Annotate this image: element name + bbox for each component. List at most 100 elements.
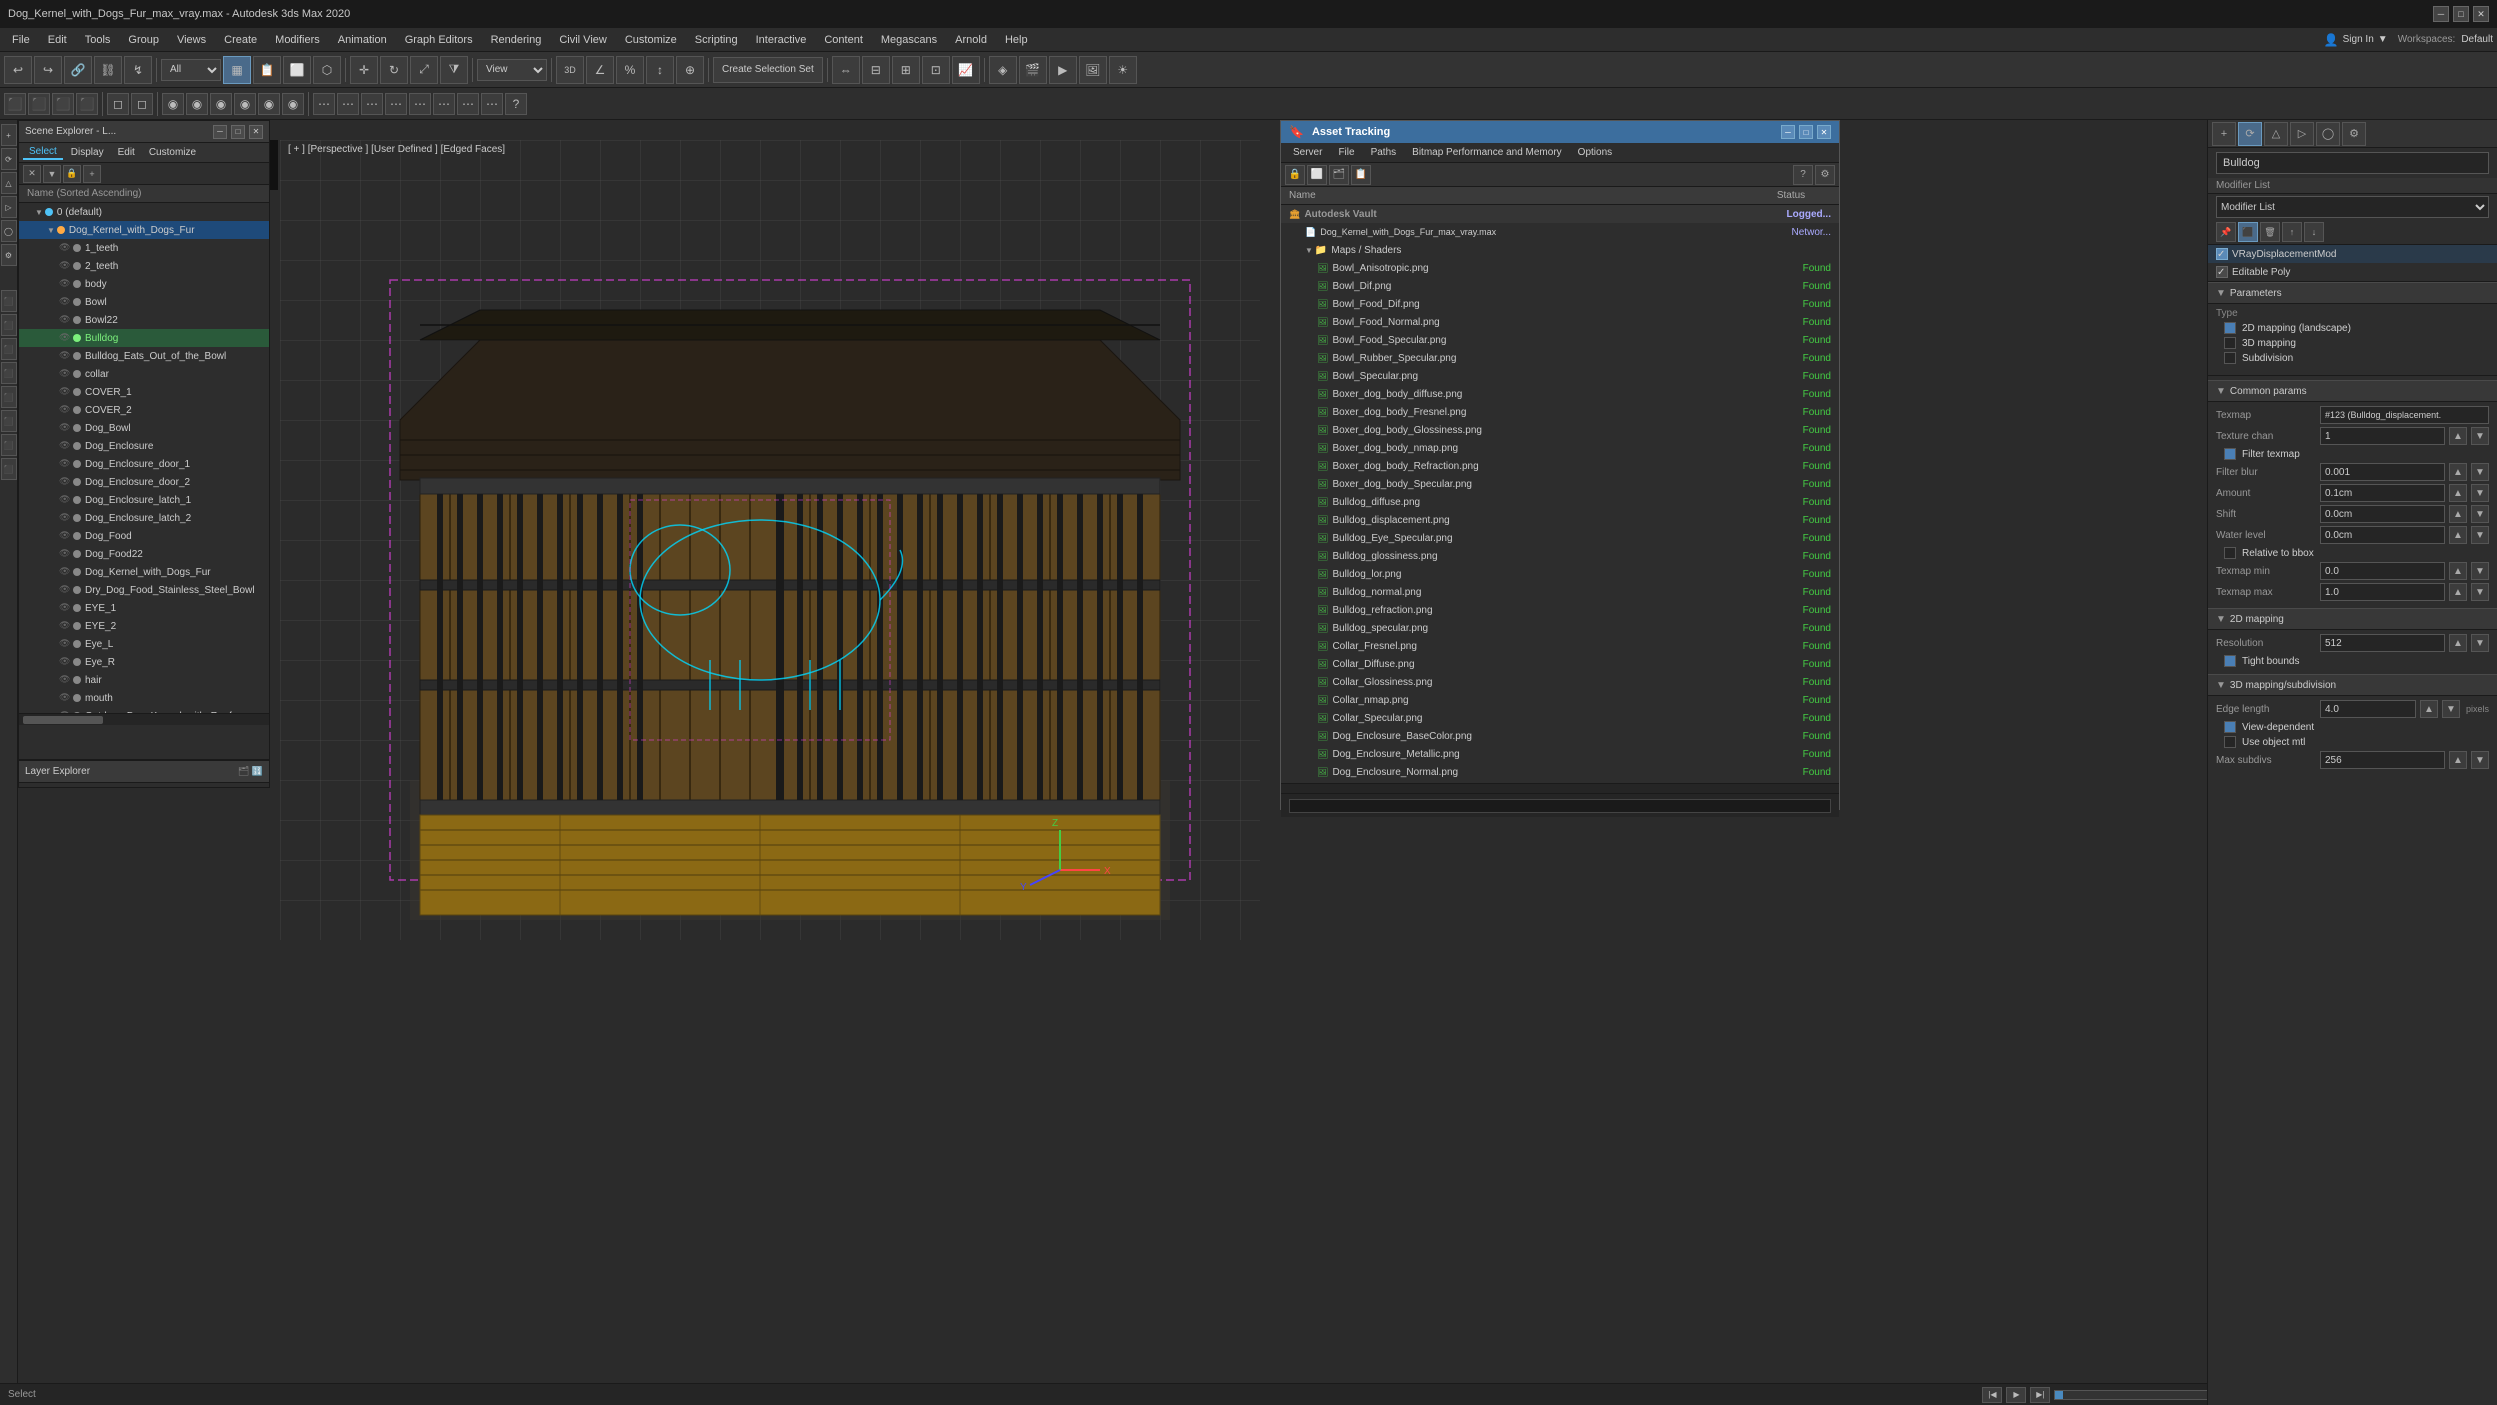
list-item[interactable]: 👁 COVER_2 [19,401,269,419]
menu-civil-view[interactable]: Civil View [551,32,614,48]
2d-mapping-header[interactable]: ▼ 2D mapping [2208,608,2497,630]
list-item[interactable]: 👁 EYE_1 [19,599,269,617]
list-item[interactable]: ▼ 0 (default) [19,203,269,221]
viewport[interactable]: [ + ] [Perspective ] [User Defined ] [Ed… [280,140,1260,940]
list-item[interactable]: 👁 hair [19,671,269,689]
type-2d-radio[interactable] [2224,322,2236,334]
texture-chan-up[interactable]: ▲ [2449,427,2467,445]
list-item[interactable]: 🖼 Bulldog_diffuse.png Found [1281,493,1839,511]
left-btn-10[interactable]: ⬛ [1,362,17,384]
list-item[interactable]: 👁 Bowl22 [19,311,269,329]
hierarchy-panel-button[interactable]: △ [1,172,17,194]
list-item[interactable]: 🖼 Bulldog_Eye_Specular.png Found [1281,529,1839,547]
undo-button[interactable]: ↩ [4,56,32,84]
motion-panel-btn[interactable]: ▷ [2290,122,2314,146]
list-item[interactable]: 👁 1_teeth [19,239,269,257]
list-item[interactable]: 🖼 Boxer_dog_body_diffuse.png Found [1281,385,1839,403]
menu-tools[interactable]: Tools [77,32,119,48]
shift-value[interactable]: 0.0cm [2320,505,2445,523]
list-item[interactable]: 👁 Dog_Kernel_with_Dogs_Fur [19,563,269,581]
path-input[interactable] [1289,799,1831,813]
list-item[interactable]: ▼ Dog_Kernel_with_Dogs_Fur [19,221,269,239]
at-tb-help[interactable]: ? [1793,165,1813,185]
list-item[interactable]: 👁 Dog_Enclosure_latch_1 [19,491,269,509]
filter-blur-value[interactable]: 0.001 [2320,463,2445,481]
list-item[interactable]: 👁 Eye_R [19,653,269,671]
bind-spacewarp-button[interactable]: ↯ [124,56,152,84]
scale-button[interactable]: ⤢ [410,56,438,84]
list-item[interactable]: 🖼 Bulldog_normal.png Found [1281,583,1839,601]
object-name-input[interactable] [2216,152,2489,174]
water-level-value[interactable]: 0.0cm [2320,526,2445,544]
sub-btn-1[interactable]: ⬛ [4,93,26,115]
max-subdivs-up[interactable]: ▲ [2449,751,2467,769]
modify-panel-button[interactable]: ⟳ [1,148,17,170]
mod-down-btn[interactable]: ↓ [2304,222,2324,242]
list-item[interactable]: 🖼 Collar_nmap.png Found [1281,691,1839,709]
prev-frame-btn[interactable]: |◀ [1982,1387,2002,1403]
list-item[interactable]: 👁 2_teeth [19,257,269,275]
unlink-button[interactable]: ⛓ [94,56,122,84]
list-item[interactable]: 🖼 Dog_Enclosure_BaseColor.png Found [1281,727,1839,745]
at-menu-file[interactable]: File [1330,146,1362,159]
view-dropdown[interactable]: View [477,59,547,81]
list-item[interactable]: 👁 mouth [19,689,269,707]
left-btn-13[interactable]: ⬛ [1,434,17,456]
max-subdivs-value[interactable]: 256 [2320,751,2445,769]
sub-btn-18[interactable]: ⋯ [433,93,455,115]
menu-rendering[interactable]: Rendering [483,32,550,48]
texmap-min-value[interactable]: 0.0 [2320,562,2445,580]
close-button[interactable]: ✕ [2473,6,2489,22]
list-item[interactable]: 🖼 Bowl_Anisotropic.png Found [1281,259,1839,277]
edge-length-value[interactable]: 4.0 [2320,700,2416,718]
create-panel-button[interactable]: + [1,124,17,146]
modifier-vray[interactable]: ✓ VRayDisplacementMod [2208,245,2497,263]
type-3d-radio[interactable] [2224,337,2236,349]
mod-delete-btn[interactable]: 🗑 [2260,222,2280,242]
list-item[interactable]: 🖼 Bowl_Food_Specular.png Found [1281,331,1839,349]
sub-btn-7[interactable]: ◉ [162,93,184,115]
list-item[interactable]: 👁 body [19,275,269,293]
se-menu-customize[interactable]: Customize [143,146,202,159]
list-item[interactable]: 🖼 Bulldog_specular.png Found [1281,619,1839,637]
sub-btn-4[interactable]: ⬛ [76,93,98,115]
modify-panel-btn[interactable]: ⟳ [2238,122,2262,146]
motion-panel-button[interactable]: ▷ [1,196,17,218]
sub-btn-19[interactable]: ⋯ [457,93,479,115]
water-level-down[interactable]: ▼ [2471,526,2489,544]
utilities-panel-btn[interactable]: ⚙ [2342,122,2366,146]
open-schematic-button[interactable]: ⊡ [922,56,950,84]
scene-explorer-scrollbar[interactable] [19,713,269,725]
create-panel-btn[interactable]: + [2212,122,2236,146]
redo-button[interactable]: ↪ [34,56,62,84]
list-item[interactable]: 👁 Dry_Dog_Food_Stainless_Steel_Bowl [19,581,269,599]
list-item[interactable]: 👁 Dog_Enclosure_door_2 [19,473,269,491]
align-button[interactable]: ⊟ [862,56,890,84]
left-btn-12[interactable]: ⬛ [1,410,17,432]
array-button[interactable]: ⊞ [892,56,920,84]
list-item[interactable]: 🖼 Collar_Diffuse.png Found [1281,655,1839,673]
menu-views[interactable]: Views [169,32,214,48]
texmap-max-down[interactable]: ▼ [2471,583,2489,601]
list-item[interactable]: 🖼 Bowl_Rubber_Specular.png Found [1281,349,1839,367]
at-tb-btn1[interactable]: 🔒 [1285,165,1305,185]
relative-bbox-check[interactable] [2224,547,2236,559]
sub-btn-9[interactable]: ◉ [210,93,232,115]
se-tb-filter[interactable]: ▼ [43,165,61,183]
sub-btn-21[interactable]: ? [505,93,527,115]
se-menu-edit[interactable]: Edit [112,146,141,159]
left-btn-11[interactable]: ⬛ [1,386,17,408]
rect-select-button[interactable]: ⬜ [283,56,311,84]
material-editor-button[interactable]: ◈ [989,56,1017,84]
sub-btn-16[interactable]: ⋯ [385,93,407,115]
mod-check-vray[interactable]: ✓ [2216,248,2228,260]
modifier-editable-poly[interactable]: ✓ Editable Poly [2208,263,2497,281]
percent-snap-button[interactable]: % [616,56,644,84]
filter-blur-down[interactable]: ▼ [2471,463,2489,481]
scene-explorer-minimize[interactable]: ─ [213,125,227,139]
mod-check-poly[interactable]: ✓ [2216,266,2228,278]
water-level-up[interactable]: ▲ [2449,526,2467,544]
left-btn-9[interactable]: ⬛ [1,338,17,360]
use-object-mtl-check[interactable] [2224,736,2236,748]
texture-chan-down[interactable]: ▼ [2471,427,2489,445]
